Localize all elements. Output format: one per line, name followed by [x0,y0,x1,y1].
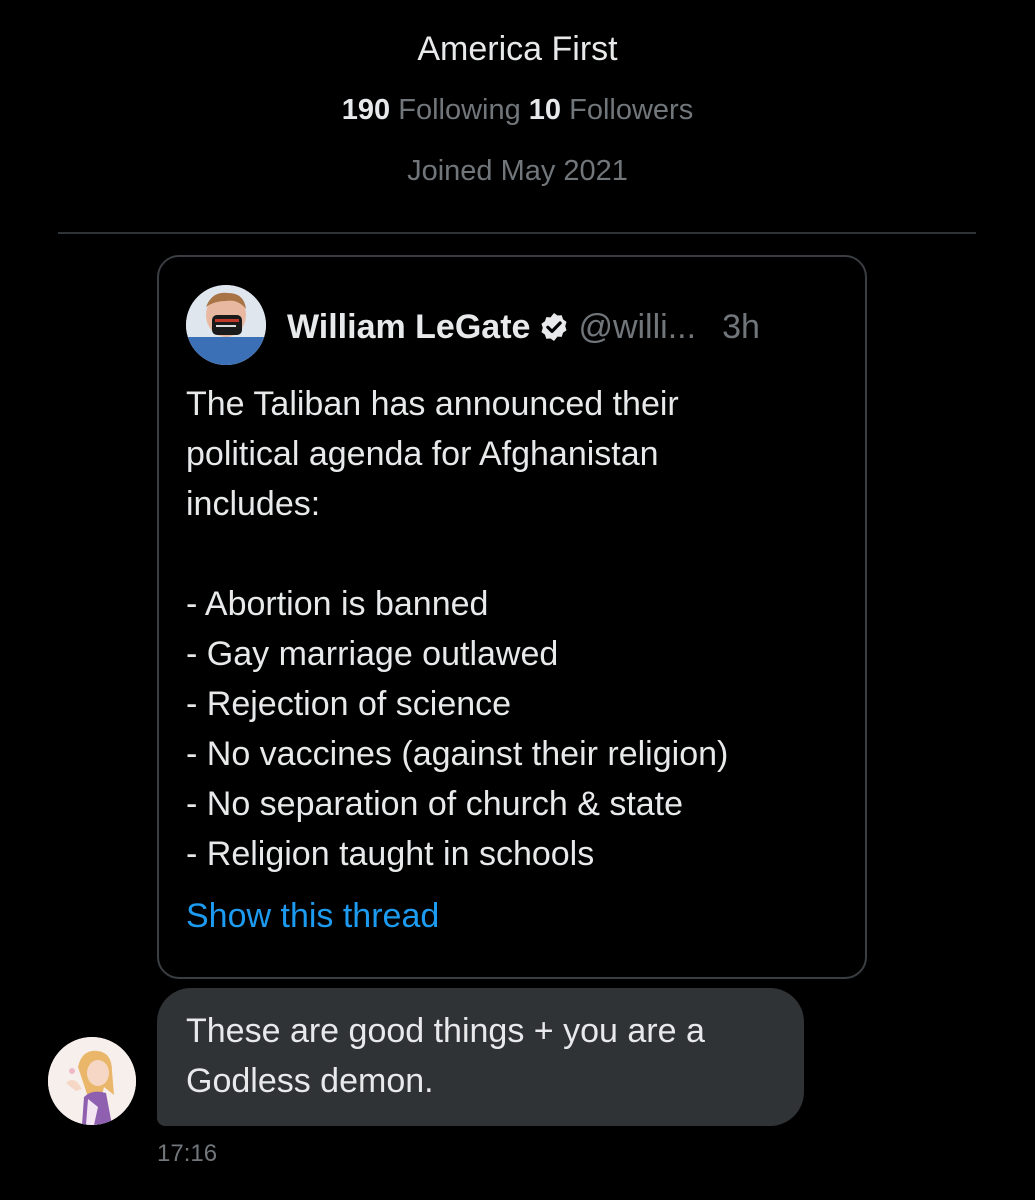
quoted-tweet-author-row: William LeGate @willi... 3h [287,307,760,347]
followers-label[interactable]: Followers [569,94,693,126]
author-avatar[interactable] [186,285,266,365]
following-label[interactable]: Following [398,94,521,126]
verified-badge-icon [541,313,567,341]
tweet-text-line: - Abortion is banned [186,585,489,623]
followers-count[interactable]: 10 [529,94,561,126]
author-name[interactable]: William LeGate [287,308,530,346]
following-count[interactable]: 190 [342,94,390,126]
joined-date: Joined May 2021 [407,155,628,187]
message-bubble[interactable]: These are good things + you are a Godles… [157,988,804,1126]
profile-name: America First [417,30,618,68]
tweet-text-line: - No separation of church & state [186,785,684,823]
quoted-tweet-card[interactable]: William LeGate @willi... 3h The Taliban h… [157,255,867,979]
profile-stats: 190 Following 10 Followers [0,94,1035,127]
message-timestamp: 17:16 [157,1140,218,1167]
divider [58,232,976,234]
author-handle[interactable]: @willi... [578,308,696,346]
message-text-line: Godless demon. [186,1062,434,1100]
tweet-time[interactable]: 3h [722,308,760,346]
tweet-text-line: - Religion taught in schools [186,835,595,873]
tweet-text-line: political agenda for Afghanistan [186,435,659,473]
sender-avatar-image [48,1037,136,1125]
quoted-tweet-body: The Taliban has announced their politica… [186,379,846,879]
tweet-text-line [186,529,846,579]
tweet-text-line: - No vaccines (against their religion) [186,735,729,773]
tweet-text-line: - Gay marriage outlawed [186,635,559,673]
sender-avatar[interactable] [48,1037,136,1125]
tweet-text-line: includes: [186,485,321,523]
tweet-text-line: The Taliban has announced their [186,385,679,423]
show-thread-link[interactable]: Show this thread [186,897,439,936]
tweet-text-line: - Rejection of science [186,685,512,723]
message-text-line: These are good things + you are a [186,1012,705,1050]
author-avatar-image [186,285,266,365]
